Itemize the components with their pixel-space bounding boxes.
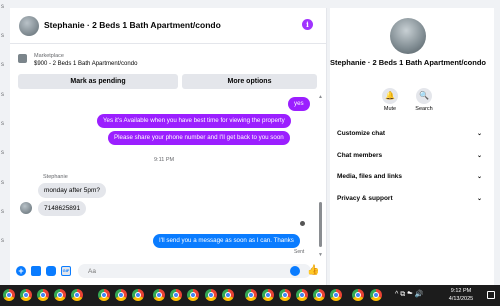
more-options-button[interactable]: More options	[182, 74, 317, 89]
system-tray[interactable]: ^ ⧉ ☁ 🔊	[395, 290, 423, 299]
chrome-icon[interactable]	[205, 289, 217, 301]
left-strip-letter: s	[1, 4, 4, 10]
chrome-icon[interactable]	[132, 289, 144, 301]
sent-status: Sent	[294, 249, 305, 255]
row-label: Privacy & support	[337, 195, 393, 202]
chevron-down-icon: ⌄	[476, 196, 482, 202]
chat-header: Stephanie · 2 Beds 1 Bath Apartment/cond…	[10, 8, 327, 44]
left-strip-letter: s	[1, 62, 4, 68]
chrome-icon[interactable]	[279, 289, 291, 301]
plus-icon[interactable]: +	[16, 266, 26, 276]
chrome-icon[interactable]	[330, 289, 342, 301]
listing-thumbnail[interactable]	[18, 54, 27, 63]
clock[interactable]: 9:12 PM 4/13/2025	[440, 287, 482, 303]
message-list: ▲ ▼ yes Yes it's Available when you have…	[10, 94, 327, 258]
row-label: Media, files and links	[337, 173, 403, 180]
left-strip-letter: s	[1, 209, 4, 215]
mute-label: Mute	[383, 106, 397, 112]
left-strip-letter: s	[1, 121, 4, 127]
left-strip-letter: s	[1, 150, 4, 156]
listing-kicker: Marketplace	[34, 53, 64, 59]
message-bubble-incoming[interactable]: monday after 5pm?	[38, 183, 107, 198]
search-label: Search	[415, 106, 433, 112]
media-files-links-row[interactable]: Media, files and links ⌄	[337, 170, 484, 184]
avatar[interactable]	[20, 202, 32, 214]
chrome-icon[interactable]	[370, 289, 382, 301]
message-composer: + GIF 👍	[10, 258, 327, 285]
chevron-down-icon: ⌄	[476, 153, 482, 159]
chrome-icon[interactable]	[352, 289, 364, 301]
chrome-icon[interactable]	[115, 289, 127, 301]
message-bubble-outgoing[interactable]: Please share your phone number and I'll …	[108, 131, 290, 145]
chrome-icon[interactable]	[170, 289, 182, 301]
privacy-support-row[interactable]: Privacy & support ⌄	[337, 192, 484, 206]
chat-members-row[interactable]: Chat members ⌄	[337, 149, 484, 163]
chrome-icon[interactable]	[54, 289, 66, 301]
contact-name: Stephanie · 2 Beds 1 Bath Apartment/cond…	[330, 58, 486, 67]
chrome-icon[interactable]	[153, 289, 165, 301]
left-strip-letter: s	[1, 238, 4, 244]
chrome-icon[interactable]	[245, 289, 257, 301]
clock-date: 4/13/2025	[448, 296, 474, 302]
chevron-down-icon: ⌄	[476, 174, 482, 180]
row-label: Chat members	[337, 152, 383, 159]
avatar[interactable]	[390, 18, 426, 54]
listing-title[interactable]: $900 - 2 Beds 1 Bath Apartment/condo	[34, 61, 137, 67]
chrome-icon[interactable]	[98, 289, 110, 301]
search-button[interactable]: 🔍 Search	[409, 88, 439, 112]
left-strip-letter: s	[1, 92, 4, 98]
chrome-icon[interactable]	[187, 289, 199, 301]
row-label: Customize chat	[337, 130, 386, 137]
info-icon[interactable]: i	[302, 19, 313, 30]
clock-time: 9:12 PM	[450, 288, 472, 294]
avatar[interactable]	[19, 16, 39, 36]
emoji-icon[interactable]	[290, 266, 300, 276]
scroll-up-icon[interactable]: ▲	[318, 94, 323, 100]
chrome-icon[interactable]	[71, 289, 83, 301]
chrome-icon[interactable]	[313, 289, 325, 301]
message-bubble-outgoing[interactable]: Yes it's Available when you have best ti…	[97, 114, 291, 128]
message-input[interactable]	[78, 264, 311, 278]
chevron-down-icon: ⌄	[476, 131, 482, 137]
chrome-icon[interactable]	[296, 289, 308, 301]
conversation-details-panel: Stephanie · 2 Beds 1 Bath Apartment/cond…	[330, 8, 494, 285]
mute-button[interactable]: 🔔 Mute	[375, 88, 405, 112]
bell-icon: 🔔	[382, 88, 398, 104]
chrome-icon[interactable]	[37, 289, 49, 301]
read-receipt-avatar	[300, 221, 305, 226]
search-icon: 🔍	[416, 88, 432, 104]
left-strip-letter: s	[1, 33, 4, 39]
message-bubble-outgoing[interactable]: yes	[288, 97, 310, 111]
customize-chat-row[interactable]: Customize chat ⌄	[337, 127, 484, 141]
sender-name: Stephanie	[43, 174, 68, 180]
time-divider: 9:11 PM	[154, 157, 175, 163]
image-icon[interactable]	[31, 266, 41, 276]
marketplace-listing: Marketplace $900 - 2 Beds 1 Bath Apartme…	[10, 44, 327, 94]
chat-title[interactable]: Stephanie · 2 Beds 1 Bath Apartment/cond…	[44, 20, 221, 30]
left-strip: s s s s s s s s s	[0, 0, 10, 285]
gif-icon[interactable]: GIF	[61, 266, 71, 276]
chat-panel: Stephanie · 2 Beds 1 Bath Apartment/cond…	[10, 8, 327, 285]
scrollbar-thumb[interactable]	[319, 202, 322, 247]
taskbar: ^ ⧉ ☁ 🔊 9:12 PM 4/13/2025	[0, 285, 500, 306]
chrome-icon[interactable]	[20, 289, 32, 301]
chrome-icon[interactable]	[262, 289, 274, 301]
like-icon[interactable]: 👍	[307, 265, 319, 276]
chrome-icon[interactable]	[3, 289, 15, 301]
left-strip-letter: s	[1, 180, 4, 186]
sticker-icon[interactable]	[46, 266, 56, 276]
message-bubble-incoming[interactable]: 7148625891	[38, 201, 87, 216]
message-bubble-outgoing[interactable]: I'll send you a message as soon as I can…	[153, 234, 300, 248]
mark-as-pending-button[interactable]: Mark as pending	[18, 74, 178, 89]
chrome-icon[interactable]	[222, 289, 234, 301]
notification-icon[interactable]	[487, 291, 495, 299]
